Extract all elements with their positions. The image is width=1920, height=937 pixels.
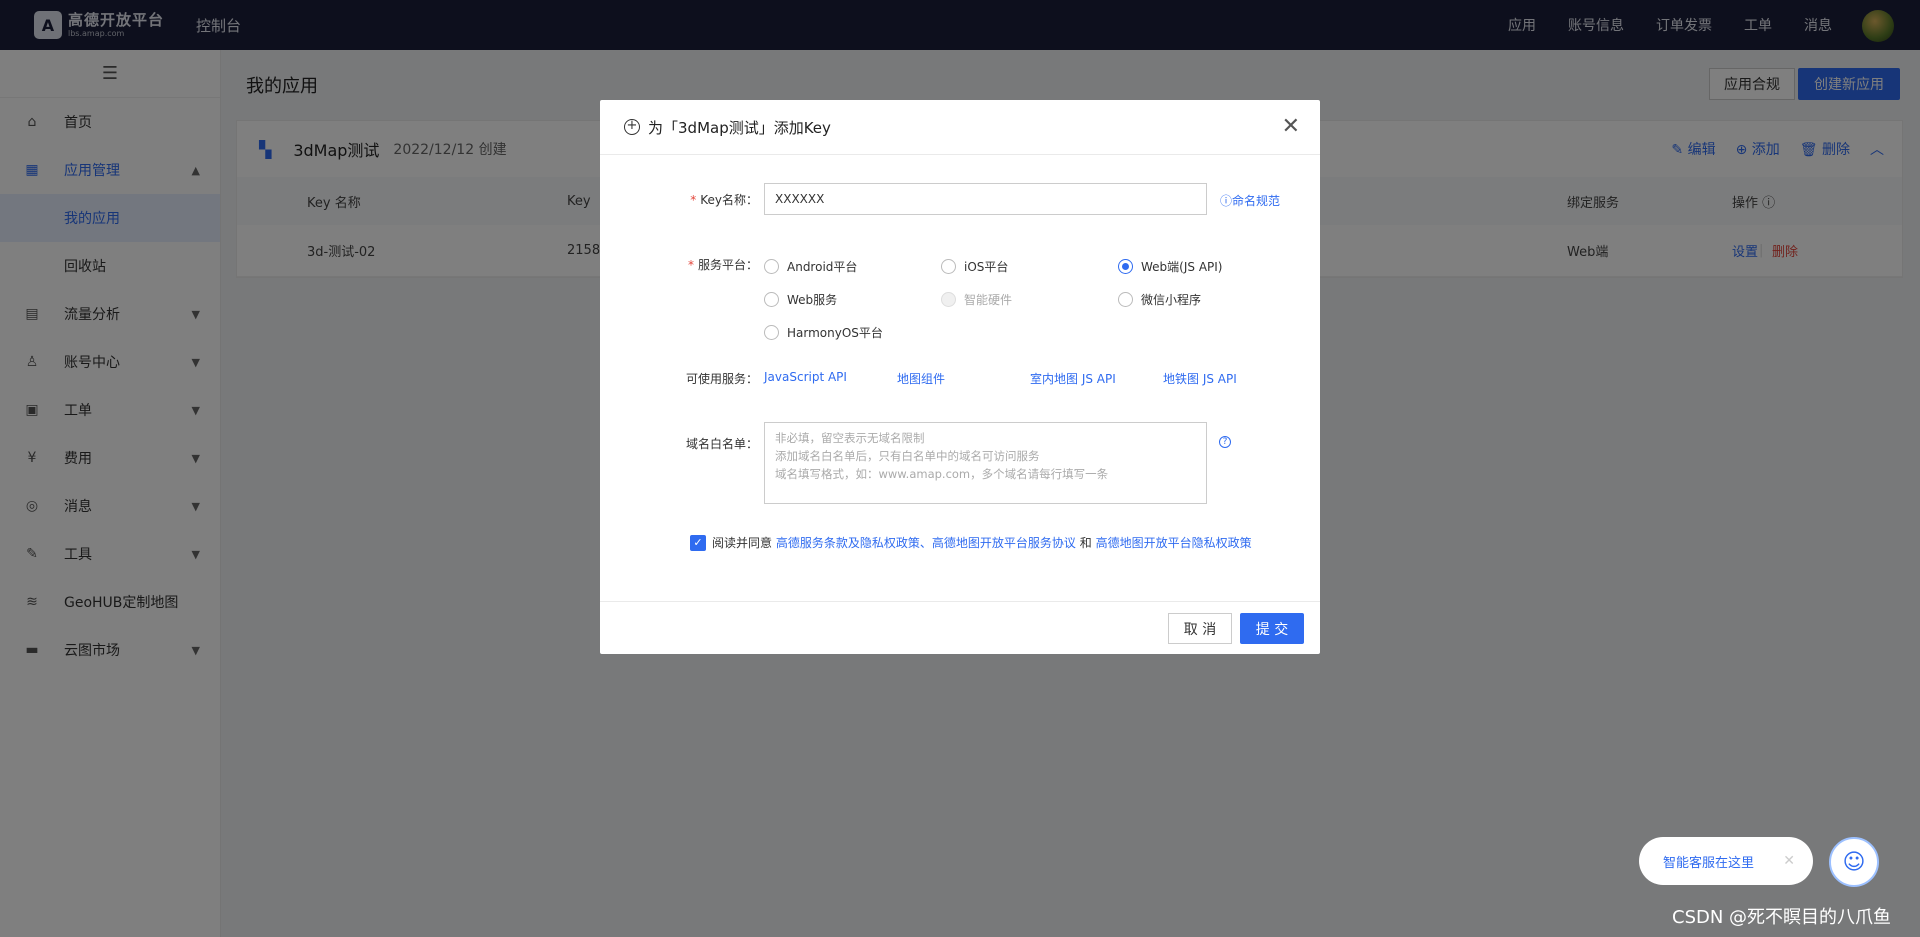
- radio-dot: [764, 325, 779, 340]
- service-subway-map[interactable]: 地铁图 JS API: [1163, 370, 1237, 387]
- radio-web-service[interactable]: Web服务: [764, 291, 837, 308]
- plus-circle-icon: +: [624, 119, 640, 135]
- separator: 、: [919, 536, 932, 550]
- close-icon[interactable]: ✕: [1282, 114, 1300, 139]
- service-agreement-link[interactable]: 高德地图开放平台服务协议: [932, 534, 1076, 551]
- smart-service-bubble[interactable]: 智能客服在这里 ✕: [1639, 837, 1813, 885]
- radio-wechat-miniprogram[interactable]: 微信小程序: [1118, 291, 1201, 308]
- dialog-title: 为「3dMap测试」添加Key: [648, 118, 831, 137]
- chatbot-avatar-icon[interactable]: ☺: [1829, 837, 1879, 887]
- service-map-component[interactable]: 地图组件: [897, 370, 945, 387]
- platform-label: * 服务平台：: [687, 258, 758, 272]
- submit-button[interactable]: 提 交: [1240, 613, 1304, 644]
- radio-dot: [1118, 292, 1133, 307]
- key-name-input[interactable]: [764, 183, 1207, 215]
- radio-dot: [941, 259, 956, 274]
- add-key-dialog: + 为「3dMap测试」添加Key ✕ *Key名称： ⓘ命名规范 *服务平台：…: [600, 100, 1320, 654]
- help-circle-icon: ⓘ: [1220, 194, 1233, 208]
- radio-dot: [1118, 259, 1133, 274]
- radio-smart-hardware: 智能硬件: [941, 291, 1012, 308]
- cancel-button[interactable]: 取 消: [1168, 613, 1232, 644]
- close-icon[interactable]: ✕: [1783, 853, 1795, 869]
- dialog-footer: 取 消 提 交: [600, 601, 1320, 654]
- agree-checkbox[interactable]: ✓: [690, 534, 706, 551]
- service-indoor-map[interactable]: 室内地图 JS API: [1030, 370, 1116, 387]
- dialog-header: + 为「3dMap测试」添加Key ✕: [600, 100, 1320, 155]
- watermark: CSDN @死不瞑目的八爪鱼: [1672, 907, 1892, 928]
- domain-whitelist-textarea[interactable]: 非必填，留空表示无域名限制 添加域名白名单后，只有白名单中的域名可访问服务 域名…: [764, 422, 1207, 504]
- radio-dot: [764, 259, 779, 274]
- agreement: ✓ 阅读并同意 高德服务条款及隐私权政策 、 高德地图开放平台服务协议 和 高德…: [690, 534, 1252, 551]
- key-name-label: * Key名称：: [690, 193, 758, 207]
- help-icon[interactable]: ?: [1219, 436, 1231, 448]
- whitelist-label: 域名白名单：: [685, 437, 758, 451]
- radio-dot: [764, 292, 779, 307]
- radio-harmonyos[interactable]: HarmonyOS平台: [764, 324, 883, 341]
- radio-android[interactable]: Android平台: [764, 258, 857, 275]
- terms-link[interactable]: 高德服务条款及隐私权政策: [776, 534, 920, 551]
- radio-web-js-api[interactable]: Web端(JS API): [1118, 258, 1222, 275]
- service-javascript-api[interactable]: JavaScript API: [764, 370, 847, 384]
- radio-ios[interactable]: iOS平台: [941, 258, 1008, 275]
- naming-rules-link[interactable]: ⓘ命名规范: [1220, 192, 1280, 209]
- radio-dot: [941, 292, 956, 307]
- privacy-policy-link[interactable]: 高德地图开放平台隐私权政策: [1096, 534, 1252, 551]
- services-label: 可使用服务：: [685, 372, 758, 386]
